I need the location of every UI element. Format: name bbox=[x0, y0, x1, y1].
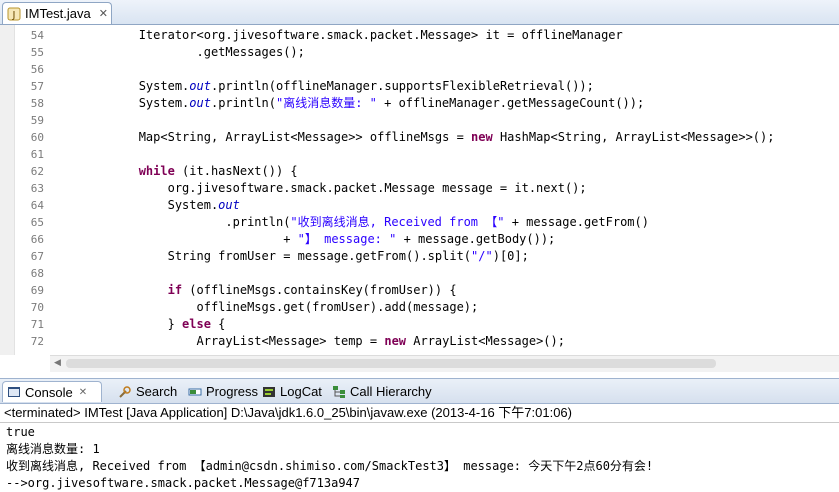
console-line: 离线消息数量: 1 bbox=[6, 442, 100, 456]
code-line[interactable]: System.out.println(offlineManager.suppor… bbox=[52, 78, 594, 95]
line-number: 54 bbox=[30, 29, 44, 42]
code-line[interactable]: ArrayList<Message> temp = new ArrayList<… bbox=[52, 333, 565, 350]
code-line[interactable]: Iterator<org.jivesoftware.smack.packet.M… bbox=[52, 27, 623, 44]
tab-call-hierarchy[interactable]: Call Hierarchy bbox=[328, 381, 436, 402]
editor-tab-imtest[interactable]: J IMTest.java ✕ bbox=[2, 2, 112, 24]
code-line[interactable]: offlineMsgs.get(fromUser).add(message); bbox=[52, 299, 478, 316]
line-number: 59 bbox=[30, 114, 44, 127]
editor-tab-label: IMTest.java bbox=[25, 6, 91, 21]
tab-label: Progress bbox=[206, 384, 259, 399]
console-line: 收到离线消息, Received from 【admin@csdn.shimis… bbox=[6, 459, 654, 473]
logcat-icon bbox=[263, 386, 275, 397]
line-number: 58 bbox=[30, 97, 44, 110]
code-line[interactable]: .println("收到离线消息, Received from 【" + mes… bbox=[52, 214, 649, 231]
line-number: 56 bbox=[30, 63, 44, 76]
tab-label: Console bbox=[25, 384, 73, 400]
tab-label: LogCat bbox=[280, 384, 322, 399]
line-number: 67 bbox=[30, 250, 44, 263]
scroll-left-icon[interactable]: ◀ bbox=[54, 358, 61, 368]
editor-horizontal-scrollbar[interactable]: ◀ bbox=[50, 355, 839, 372]
close-icon[interactable]: ✕ bbox=[99, 7, 108, 20]
line-number: 57 bbox=[30, 80, 44, 93]
tab-progress[interactable]: Progress bbox=[184, 381, 262, 402]
svg-text:J: J bbox=[12, 10, 16, 21]
progress-icon bbox=[188, 388, 202, 395]
tab-label: Search bbox=[136, 384, 178, 399]
line-number: 62 bbox=[30, 165, 44, 178]
editor-tab-bar: J IMTest.java ✕ bbox=[0, 0, 839, 25]
code-editor[interactable]: 54 Iterator<org.jivesoftware.smack.packe… bbox=[0, 25, 839, 355]
line-number: 63 bbox=[30, 182, 44, 195]
line-number: 69 bbox=[30, 284, 44, 297]
line-number: 66 bbox=[30, 233, 44, 246]
tab-console[interactable]: Console ✕ bbox=[2, 381, 102, 402]
code-line[interactable]: System.out bbox=[52, 197, 240, 214]
editor-gutter bbox=[0, 25, 15, 355]
line-number: 65 bbox=[30, 216, 44, 229]
tab-search[interactable]: Search bbox=[114, 381, 181, 402]
line-number: 55 bbox=[30, 46, 44, 59]
search-icon bbox=[119, 385, 131, 398]
code-line[interactable]: + "】 message: " + message.getBody()); bbox=[52, 231, 555, 248]
java-file-icon: J bbox=[7, 7, 21, 21]
line-number: 72 bbox=[30, 335, 44, 348]
code-line[interactable]: Map<String, ArrayList<Message>> offlineM… bbox=[52, 129, 775, 146]
code-line[interactable]: System.out.println("离线消息数量: " + offlineM… bbox=[52, 95, 645, 112]
call-hierarchy-icon bbox=[333, 385, 345, 398]
code-line[interactable]: .getMessages(); bbox=[52, 44, 304, 61]
close-icon[interactable]: ✕ bbox=[79, 387, 87, 398]
tab-logcat[interactable]: LogCat bbox=[258, 381, 326, 402]
line-number: 60 bbox=[30, 131, 44, 144]
console-line: true bbox=[6, 425, 35, 439]
console-output[interactable]: true 离线消息数量: 1 收到离线消息, Received from 【ad… bbox=[6, 424, 836, 492]
code-line[interactable]: org.jivesoftware.smack.packet.Message me… bbox=[52, 180, 587, 197]
console-process-label: <terminated> IMTest [Java Application] D… bbox=[0, 403, 839, 423]
line-number: 64 bbox=[30, 199, 44, 212]
console-tab-strip: Console ✕ Search Progress LogCat Call Hi… bbox=[0, 378, 839, 404]
line-number: 61 bbox=[30, 148, 44, 161]
tab-label: Call Hierarchy bbox=[350, 384, 432, 399]
line-number: 71 bbox=[30, 318, 44, 331]
console-line: -->org.jivesoftware.smack.packet.Message… bbox=[6, 476, 361, 490]
console-icon bbox=[8, 387, 20, 397]
line-number: 68 bbox=[30, 267, 44, 280]
code-line[interactable]: if (offlineMsgs.containsKey(fromUser)) { bbox=[52, 282, 457, 299]
code-line[interactable]: String fromUser = message.getFrom().spli… bbox=[52, 248, 529, 265]
code-line[interactable]: while (it.hasNext()) { bbox=[52, 163, 298, 180]
line-number: 70 bbox=[30, 301, 44, 314]
code-line[interactable]: } else { bbox=[52, 316, 226, 333]
scrollbar-thumb[interactable] bbox=[66, 359, 716, 368]
